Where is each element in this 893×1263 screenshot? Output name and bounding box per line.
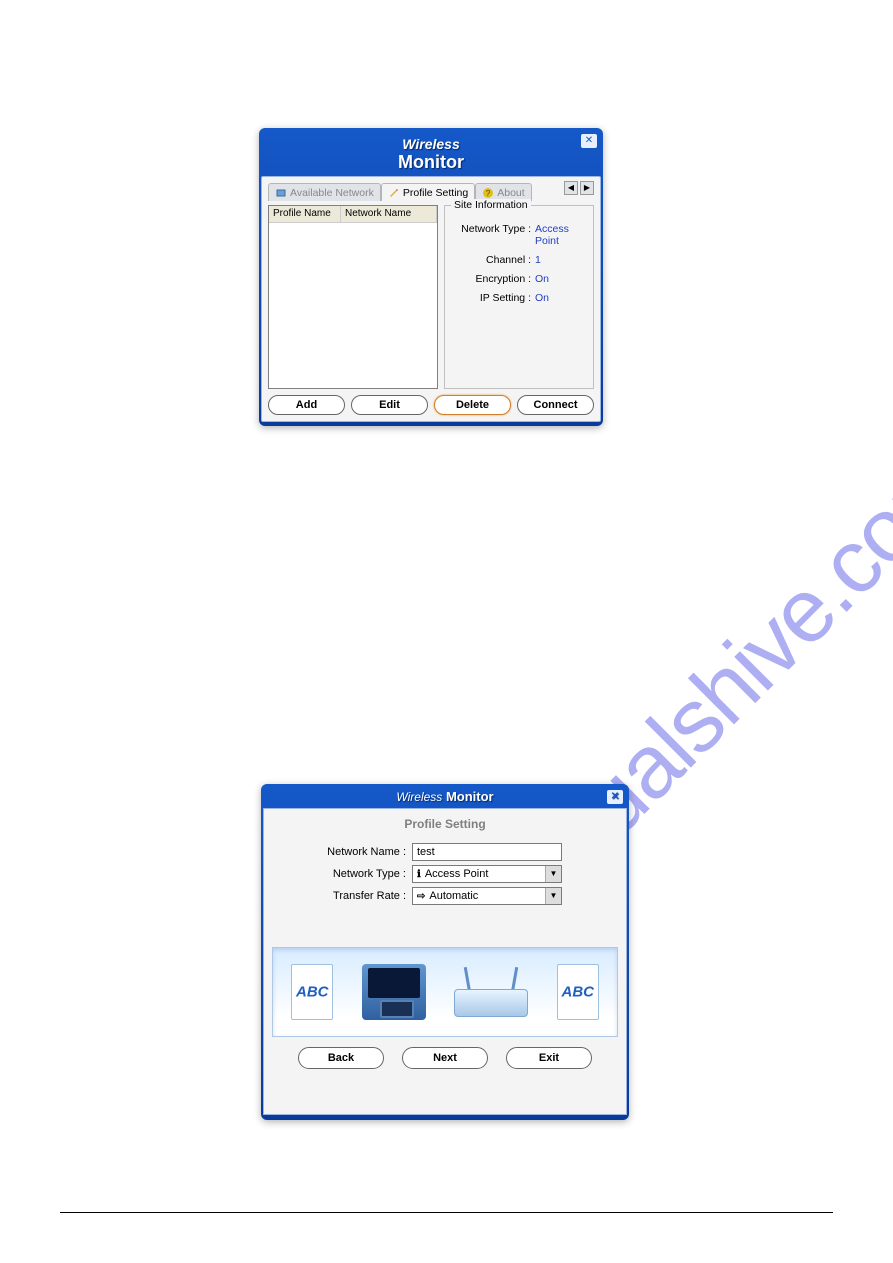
title-big: Monitor <box>261 152 601 173</box>
connect-button[interactable]: Connect <box>517 395 594 415</box>
wireless-monitor-wizard-window: Wireless Monitor ✕ Profile Setting Netwo… <box>261 784 629 1120</box>
channel-value: 1 <box>531 254 587 266</box>
tab-scroll-left[interactable]: ◀ <box>564 181 578 195</box>
transfer-rate-label: Transfer Rate : <box>272 890 412 902</box>
tab-scroll-right[interactable]: ▶ <box>580 181 594 195</box>
window-body: Available Network Profile Setting ? Abou… <box>261 176 601 422</box>
arrow-icon: ⇨ <box>417 891 425 902</box>
ip-setting-value: On <box>531 292 587 304</box>
title-small: Wireless <box>261 130 601 152</box>
window-body: Profile Setting Network Name : test Netw… <box>263 808 627 1115</box>
close-button[interactable]: ✕ <box>581 134 597 148</box>
chevron-down-icon[interactable]: ▼ <box>545 888 561 904</box>
tab-row: Available Network Profile Setting ? Abou… <box>268 181 594 201</box>
col-profile-name[interactable]: Profile Name <box>269 206 341 222</box>
pencil-icon <box>388 187 400 199</box>
network-type-label: Network Type : <box>451 223 531 247</box>
footer-rule <box>60 1212 833 1213</box>
back-button[interactable]: Back <box>298 1047 384 1069</box>
question-icon: ? <box>482 187 494 199</box>
abc-page-icon <box>557 964 599 1020</box>
encryption-value: On <box>531 273 587 285</box>
network-name-label: Network Name : <box>272 846 412 858</box>
abc-page-icon <box>291 964 333 1020</box>
wireless-monitor-profiles-window: Wireless Monitor ✕ Available Network Pro… <box>259 128 603 426</box>
info-icon: ℹ <box>417 869 421 880</box>
tab-label: Available Network <box>290 187 374 199</box>
title-big: Monitor <box>446 789 494 804</box>
delete-button[interactable]: Delete <box>434 395 511 415</box>
titlebar: Wireless Monitor ✕ <box>263 786 627 808</box>
input-value: test <box>417 846 435 858</box>
titlebar: Wireless Monitor ✕ <box>261 130 601 176</box>
wizard-illustration <box>272 947 618 1037</box>
svg-text:?: ? <box>486 189 491 198</box>
tab-scroll-nav: ◀ ▶ <box>564 181 594 195</box>
col-network-name[interactable]: Network Name <box>341 206 437 222</box>
network-type-select[interactable]: ℹ Access Point ▼ <box>412 865 562 883</box>
network-type-value: Access Point <box>531 223 587 247</box>
tab-label: Profile Setting <box>403 187 468 199</box>
select-value: Automatic <box>429 890 478 902</box>
exit-button[interactable]: Exit <box>506 1047 592 1069</box>
tab-label: About <box>497 187 524 199</box>
tab-available-network[interactable]: Available Network <box>268 183 381 201</box>
laptop-icon <box>362 964 426 1020</box>
encryption-label: Encryption : <box>451 273 531 285</box>
page-title: Profile Setting <box>272 817 618 831</box>
next-button[interactable]: Next <box>402 1047 488 1069</box>
transfer-rate-select[interactable]: ⇨ Automatic ▼ <box>412 887 562 905</box>
title-small: Wireless <box>396 790 442 804</box>
channel-label: Channel : <box>451 254 531 266</box>
list-header: Profile Name Network Name <box>269 206 437 223</box>
select-value: Access Point <box>425 868 489 880</box>
router-icon <box>454 967 528 1017</box>
edit-button[interactable]: Edit <box>351 395 428 415</box>
network-type-label: Network Type : <box>272 868 412 880</box>
add-button[interactable]: Add <box>268 395 345 415</box>
network-icon <box>275 187 287 199</box>
ip-setting-label: IP Setting : <box>451 292 531 304</box>
site-information-group: Site Information Network Type : Access P… <box>444 205 594 389</box>
group-legend: Site Information <box>451 199 531 211</box>
chevron-down-icon[interactable]: ▼ <box>545 866 561 882</box>
profile-list[interactable]: Profile Name Network Name <box>268 205 438 389</box>
close-button[interactable]: ✕ <box>607 790 623 804</box>
network-name-input[interactable]: test <box>412 843 562 861</box>
